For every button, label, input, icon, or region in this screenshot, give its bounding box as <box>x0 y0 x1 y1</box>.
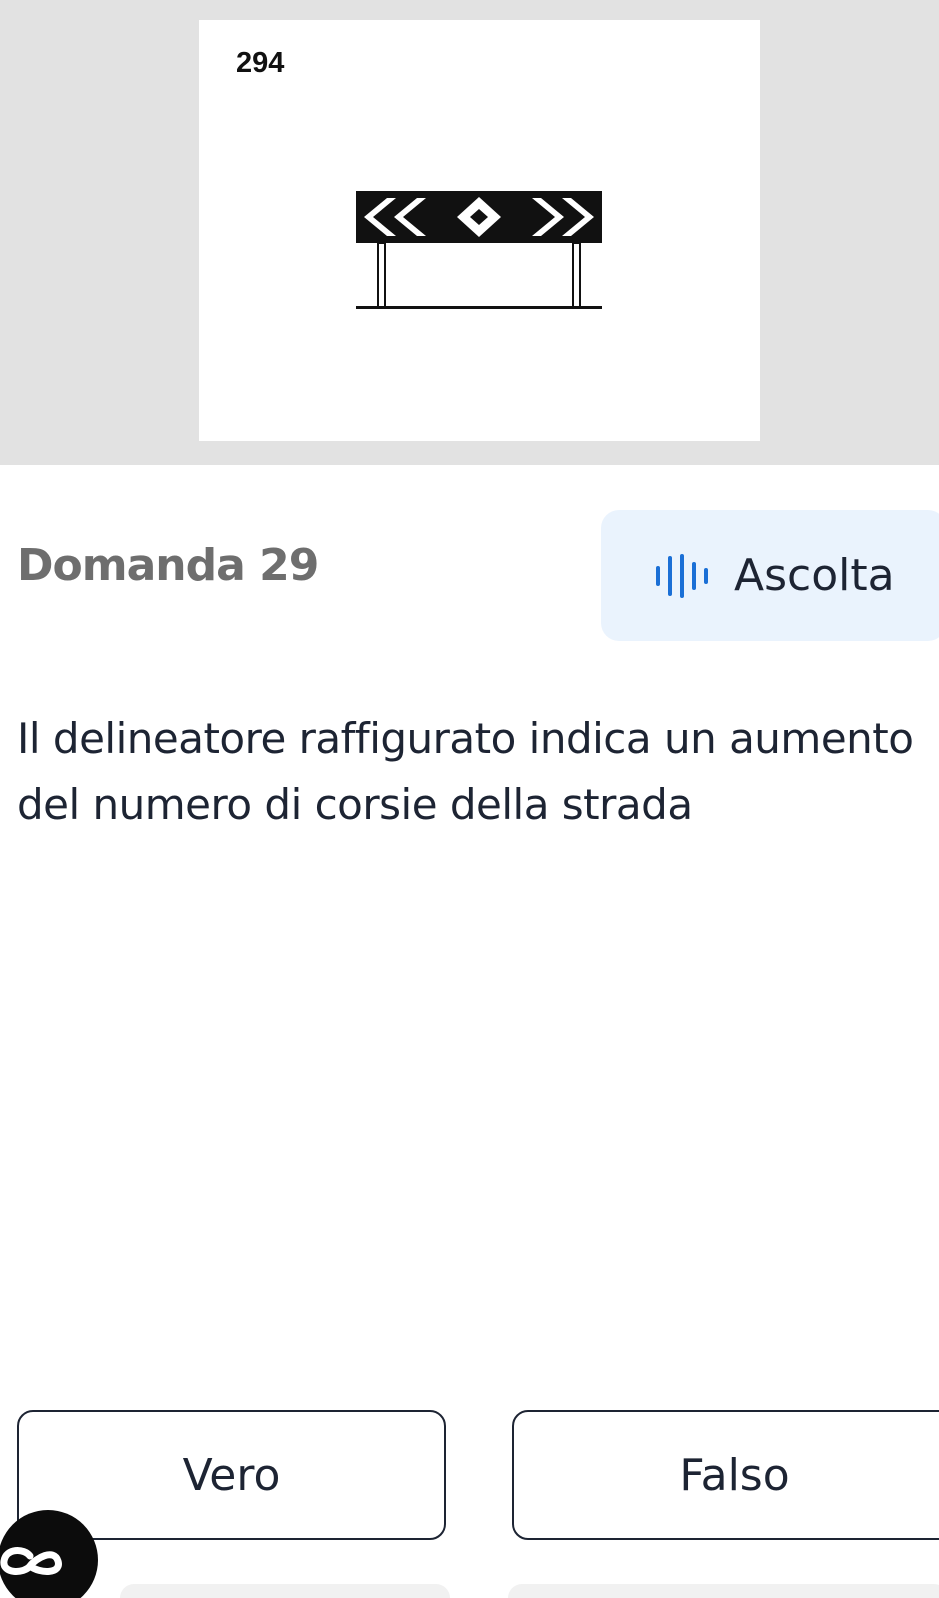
image-number: 294 <box>236 47 285 79</box>
bottom-panel-left-edge <box>120 1584 450 1598</box>
question-image-area: 294 <box>0 0 939 465</box>
question-number-heading: Domanda 29 <box>17 540 319 591</box>
sound-wave-icon <box>656 553 708 598</box>
answer-false-button[interactable]: Falso <box>512 1410 939 1540</box>
quiz-screen: 294 Domanda 29 Ascolta Il delineatore ra… <box>0 0 939 1598</box>
answer-false-label: Falso <box>679 1449 790 1501</box>
answer-true-label: Vero <box>182 1449 281 1501</box>
infinity-logo-icon <box>0 1547 62 1575</box>
listen-button[interactable]: Ascolta <box>601 510 939 641</box>
listen-button-label: Ascolta <box>734 550 895 601</box>
answer-true-button[interactable]: Vero <box>17 1410 446 1540</box>
question-text: Il delineatore raffigurato indica un aum… <box>17 714 914 829</box>
chevron-barrier-sign-icon <box>356 191 602 309</box>
question-image: 294 <box>199 20 760 441</box>
bottom-panel-right-edge <box>508 1584 939 1598</box>
